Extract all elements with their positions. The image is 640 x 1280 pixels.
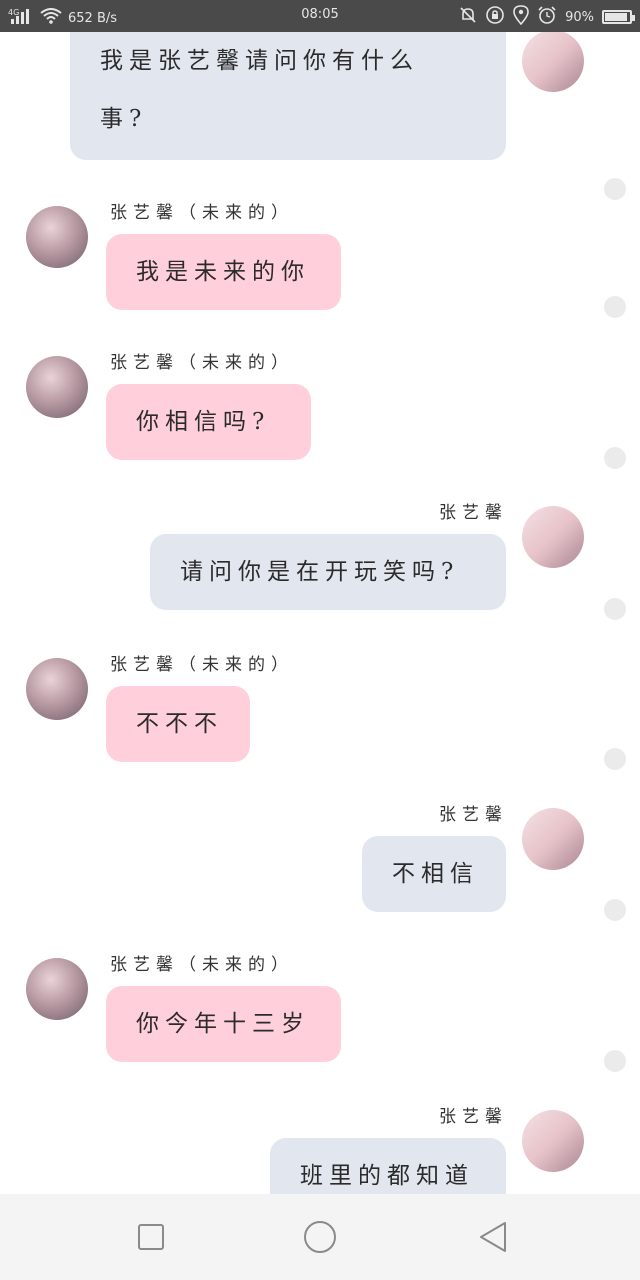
mute-bell-icon <box>459 6 477 28</box>
message-text: 你今年十三岁 <box>136 1011 310 1037</box>
status-dot <box>604 1050 626 1072</box>
message-text-line: 我是张艺馨请问你有什么 <box>100 48 419 74</box>
message-text: 请问你是在开玩笑吗? <box>180 559 460 585</box>
navigation-bar <box>0 1194 640 1280</box>
location-icon <box>513 5 529 29</box>
avatar[interactable] <box>522 32 584 92</box>
status-dot <box>604 598 626 620</box>
status-dot <box>604 447 626 469</box>
message-bubble[interactable]: 不相信 <box>362 836 506 912</box>
triangle-back-icon <box>480 1222 506 1252</box>
message-text-line: 事? <box>100 106 148 132</box>
battery-icon <box>602 10 635 24</box>
status-dot <box>604 899 626 921</box>
sender-name: 张艺馨 <box>439 805 508 825</box>
square-icon <box>138 1224 164 1250</box>
lock-rotation-icon <box>485 5 505 29</box>
sender-name: 张艺馨（未来的） <box>110 353 294 373</box>
back-button[interactable] <box>476 1220 510 1254</box>
status-bar: 4G 652 B/s 08:05 90% <box>0 0 640 32</box>
message-text: 不相信 <box>392 861 479 887</box>
message-bubble[interactable]: 你今年十三岁 <box>106 986 341 1062</box>
avatar[interactable] <box>26 356 88 418</box>
sender-name: 张艺馨（未来的） <box>110 203 294 223</box>
recents-button[interactable] <box>134 1220 168 1254</box>
message-text: 你相信吗? <box>136 409 271 435</box>
sender-name: 张艺馨（未来的） <box>110 655 294 675</box>
home-button[interactable] <box>303 1220 337 1254</box>
avatar[interactable] <box>522 1110 584 1172</box>
status-dot <box>604 178 626 200</box>
message-bubble[interactable]: 不不不 <box>106 686 250 762</box>
status-dot <box>604 296 626 318</box>
chat-list[interactable]: 我是张艺馨请问你有什么 事? 张艺馨（未来的） 我是未来的你 张艺馨（未来的） … <box>0 32 640 1194</box>
message-text: 我是未来的你 <box>136 259 310 285</box>
avatar[interactable] <box>26 658 88 720</box>
sender-name: 张艺馨 <box>439 1107 508 1127</box>
message-bubble[interactable]: 请问你是在开玩笑吗? <box>150 534 506 610</box>
avatar[interactable] <box>26 206 88 268</box>
status-dot <box>604 748 626 770</box>
circle-icon <box>304 1221 336 1253</box>
message-bubble[interactable]: 你相信吗? <box>106 384 311 460</box>
sender-name: 张艺馨（未来的） <box>110 955 294 975</box>
battery-percent: 90% <box>565 9 594 25</box>
sender-name: 张艺馨 <box>439 503 508 523</box>
avatar[interactable] <box>522 506 584 568</box>
avatar[interactable] <box>522 808 584 870</box>
message-text: 不不不 <box>136 711 223 737</box>
message-bubble[interactable]: 我是未来的你 <box>106 234 341 310</box>
alarm-icon <box>537 5 557 29</box>
message-bubble[interactable]: 班里的都知道 <box>270 1138 506 1194</box>
avatar[interactable] <box>26 958 88 1020</box>
message-text: 班里的都知道 <box>300 1163 474 1189</box>
message-bubble[interactable]: 我是张艺馨请问你有什么 事? <box>70 32 506 160</box>
